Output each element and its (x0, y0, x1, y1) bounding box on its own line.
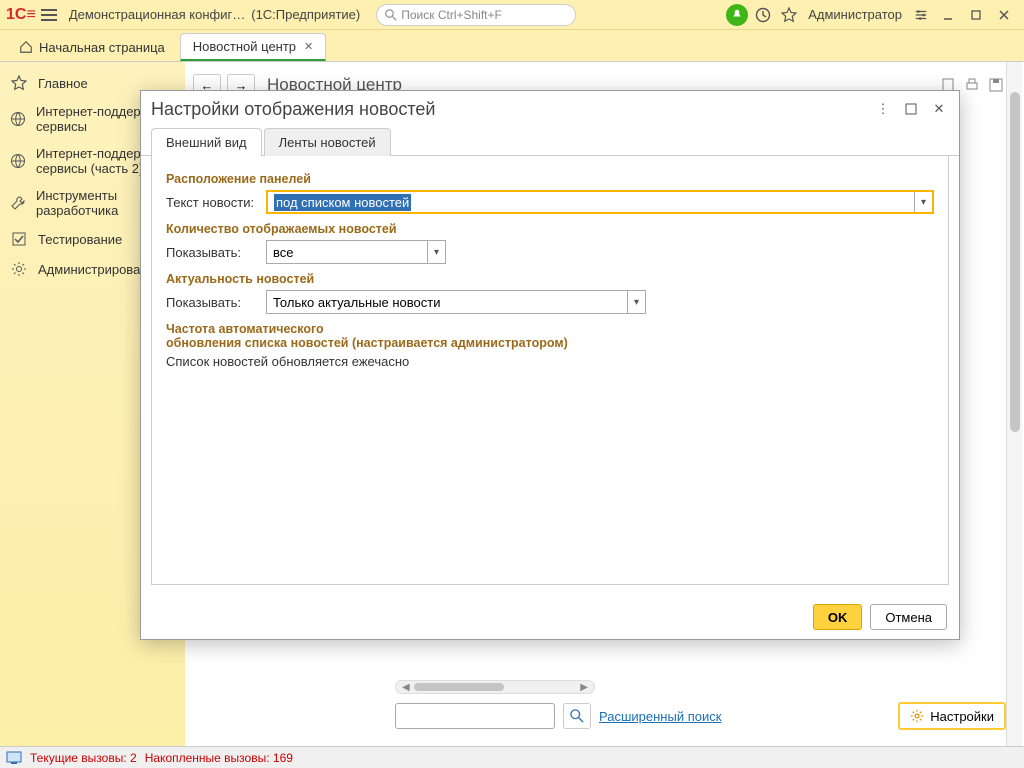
platform-label: (1С:Предприятие) (251, 7, 360, 22)
save-icon[interactable] (988, 77, 1004, 93)
label-show-count: Показывать: (166, 245, 258, 260)
globe-icon (10, 110, 26, 128)
bell-icon[interactable] (726, 4, 748, 26)
horizontal-scrollbar[interactable]: ◀▶ (395, 680, 595, 694)
section-relevance: Актуальность новостей (166, 272, 934, 286)
maximize-button[interactable] (964, 4, 988, 26)
settings-button[interactable]: Настройки (898, 702, 1006, 730)
history-icon[interactable] (752, 4, 774, 26)
dialog-footer: OK Отмена (141, 595, 959, 639)
dialog-more-icon[interactable]: ⋮ (873, 99, 893, 119)
frequency-text: Список новостей обновляется ежечасно (166, 354, 934, 369)
chevron-down-icon[interactable]: ▾ (914, 192, 932, 212)
logo-1c: 1C≡ (6, 6, 33, 24)
gear-icon (10, 260, 28, 278)
gear-icon (910, 709, 924, 723)
status-icon (6, 751, 22, 765)
tab-home[interactable]: Начальная страница (6, 33, 178, 61)
settings-button-label: Настройки (930, 709, 994, 724)
dialog-tab-feeds[interactable]: Ленты новостей (264, 128, 391, 156)
globe-icon (10, 152, 26, 170)
config-name: Демонстрационная конфиг… (69, 7, 245, 22)
combo-show-count[interactable]: все ▾ (266, 240, 446, 264)
bottom-search-button[interactable] (563, 703, 591, 729)
chevron-down-icon[interactable]: ▾ (427, 241, 445, 263)
star-icon (10, 74, 28, 92)
advanced-search-link[interactable]: Расширенный поиск (599, 709, 721, 724)
tab-news-label: Новостной центр (193, 39, 296, 54)
combo-newstext-value: под списком новостей (274, 194, 411, 211)
label-show-relevance: Показывать: (166, 295, 258, 310)
search-input[interactable]: Поиск Ctrl+Shift+F (376, 4, 576, 26)
close-button[interactable] (992, 4, 1016, 26)
dialog-maximize-icon[interactable] (901, 99, 921, 119)
dialog-header: Настройки отображения новостей ⋮ ✕ (141, 91, 959, 127)
cancel-button[interactable]: Отмена (870, 604, 947, 630)
minimize-button[interactable] (936, 4, 960, 26)
section-count: Количество отображаемых новостей (166, 222, 934, 236)
combo-show-relevance-value: Только актуальные новости (267, 295, 627, 310)
ok-button[interactable]: OK (813, 604, 863, 630)
dialog-title: Настройки отображения новостей (151, 99, 435, 120)
settings-lines-icon[interactable] (910, 4, 932, 26)
bottom-search-input[interactable] (395, 703, 555, 729)
sidebar-item-label: Тестирование (38, 232, 122, 247)
search-icon (385, 9, 397, 21)
home-icon (19, 40, 33, 54)
combo-newstext[interactable]: под списком новостей ▾ (266, 190, 934, 214)
label-newstext: Текст новости: (166, 195, 258, 210)
status-total-calls: Накопленные вызовы: 169 (145, 751, 293, 765)
wrench-icon (10, 194, 26, 212)
check-icon (10, 230, 28, 248)
tab-bar: Начальная страница Новостной центр ✕ (0, 30, 1024, 62)
status-bar: Текущие вызовы: 2 Накопленные вызовы: 16… (0, 746, 1024, 768)
vertical-scrollbar[interactable] (1006, 62, 1022, 746)
user-label[interactable]: Администратор (808, 7, 902, 22)
tab-close-icon[interactable]: ✕ (304, 40, 313, 53)
print-icon[interactable] (964, 77, 980, 93)
menu-icon[interactable] (41, 14, 57, 16)
dialog-close-icon[interactable]: ✕ (929, 99, 949, 119)
sidebar-item-label: Главное (38, 76, 88, 91)
settings-dialog: Настройки отображения новостей ⋮ ✕ Внешн… (140, 90, 960, 640)
section-frequency: Частота автоматического обновления списк… (166, 322, 934, 350)
bottom-panel: ◀▶ Расширенный поиск Настройки (395, 680, 1006, 740)
search-placeholder: Поиск Ctrl+Shift+F (401, 8, 502, 22)
dialog-body: Расположение панелей Текст новости: под … (151, 156, 949, 585)
tab-news[interactable]: Новостной центр ✕ (180, 33, 326, 61)
chevron-down-icon[interactable]: ▾ (627, 291, 645, 313)
star-icon[interactable] (778, 4, 800, 26)
status-current-calls: Текущие вызовы: 2 (30, 751, 137, 765)
section-layout: Расположение панелей (166, 172, 934, 186)
title-bar: 1C≡ Демонстрационная конфиг… (1С:Предпри… (0, 0, 1024, 30)
tab-home-label: Начальная страница (39, 40, 165, 55)
dialog-tabs: Внешний вид Ленты новостей (141, 127, 959, 156)
combo-show-relevance[interactable]: Только актуальные новости ▾ (266, 290, 646, 314)
combo-show-count-value: все (267, 245, 427, 260)
search-icon (570, 709, 584, 723)
dialog-tab-appearance[interactable]: Внешний вид (151, 128, 262, 156)
